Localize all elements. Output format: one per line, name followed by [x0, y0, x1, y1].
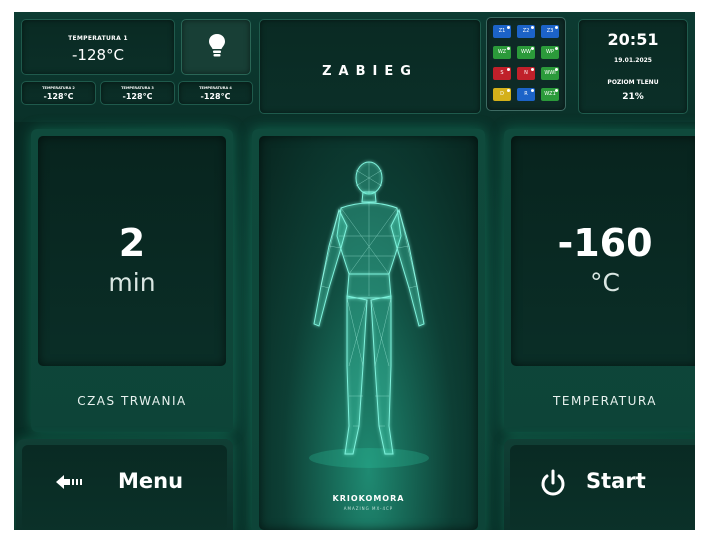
temperature-1-label: TEMPERATURA 1: [68, 35, 128, 42]
mode-title: ZABIEG: [322, 64, 418, 79]
zone-indicator-label: S: [500, 70, 504, 76]
zone-indicator-label: Z3: [546, 28, 554, 34]
zone-indicator: Z2: [517, 25, 535, 38]
temperature-display: -160 °C: [511, 136, 695, 366]
cryo-chamber-screen: TEMPERATURA 1 -128°C TEMPERATURA 2 -128°…: [14, 12, 695, 530]
back-arrow-icon: [56, 475, 82, 489]
duration-value: 2: [118, 221, 146, 265]
zone-indicator-label: WP: [546, 49, 554, 55]
clock-time: 20:51: [607, 30, 659, 49]
duration-display: 2 min: [38, 136, 226, 366]
zone-status-dot: [531, 89, 534, 92]
zone-indicator: Z3: [541, 25, 559, 38]
zone-indicator-label: WW: [521, 49, 531, 55]
zone-indicator: WZ1: [541, 88, 559, 101]
zone-grid: Z1 Z2 Z3 WZ WW WP S N WWI D R WZ1: [493, 25, 559, 101]
duration-panel[interactable]: 2 min CZAS TRWANIA: [31, 129, 233, 432]
temperature-3-value: -128°C: [122, 92, 153, 101]
zone-indicator-label: R: [524, 91, 528, 97]
zone-status-dot: [531, 68, 534, 71]
zone-status-dot: [555, 26, 558, 29]
start-button[interactable]: Start: [504, 439, 695, 530]
clock-date: 19.01.2025: [614, 57, 652, 64]
zone-status-dot: [555, 47, 558, 50]
zone-status-dot: [507, 68, 510, 71]
temperature-4-tile: TEMPERATURA 4 -128°C: [178, 81, 253, 105]
zone-indicator: WP: [541, 46, 559, 59]
zone-indicator: D: [493, 88, 511, 101]
clock-panel: 20:51 19.01.2025 POZIOM TLENU 21%: [578, 19, 688, 114]
zone-indicator: WWI: [541, 67, 559, 80]
zone-indicator: R: [517, 88, 535, 101]
menu-button-label: Menu: [118, 469, 184, 493]
temperature-value: -160: [557, 221, 653, 265]
zone-indicator: WZ: [493, 46, 511, 59]
power-icon: [541, 469, 565, 496]
duration-unit: min: [108, 268, 156, 297]
zone-indicator-label: Z2: [522, 28, 530, 34]
zone-status-dot: [507, 47, 510, 50]
temperature-3-tile: TEMPERATURA 3 -128°C: [100, 81, 175, 105]
temperature-2-label: TEMPERATURA 2: [42, 86, 75, 90]
brand-tagline: AMAZING MX-4CP: [343, 506, 394, 511]
light-toggle-button[interactable]: [181, 19, 251, 75]
top-bar: TEMPERATURA 1 -128°C TEMPERATURA 2 -128°…: [14, 12, 695, 122]
human-body-wireframe-icon: [309, 161, 429, 468]
zone-status-dot: [507, 26, 510, 29]
temperature-2-tile: TEMPERATURA 2 -128°C: [21, 81, 96, 105]
zone-status-dot: [507, 89, 510, 92]
zone-indicator: WW: [517, 46, 535, 59]
zone-indicator-label: N: [524, 70, 528, 76]
temperature-1-tile: TEMPERATURA 1 -128°C: [21, 19, 175, 75]
temperature-4-value: -128°C: [200, 92, 231, 101]
zone-status-dot: [555, 89, 558, 92]
temperature-panel[interactable]: -160 °C TEMPERATURA: [504, 129, 695, 432]
body-visual-display: KRIOKOMORA AMAZING MX-4CP: [259, 136, 478, 530]
zone-indicator: S: [493, 67, 511, 80]
mode-title-panel: ZABIEG: [259, 19, 481, 114]
body-visual-panel: KRIOKOMORA AMAZING MX-4CP: [252, 129, 485, 530]
temperature-4-label: TEMPERATURA 4: [199, 86, 232, 90]
zone-status-panel: Z1 Z2 Z3 WZ WW WP S N WWI D R WZ1: [486, 17, 566, 111]
duration-caption: CZAS TRWANIA: [77, 394, 187, 408]
oxygen-value: 21%: [622, 92, 644, 102]
zone-status-dot: [531, 47, 534, 50]
zone-status-dot: [531, 26, 534, 29]
menu-button[interactable]: Menu: [16, 439, 233, 530]
brand-logo: KRIOKOMORA: [332, 494, 405, 503]
zone-indicator: N: [517, 67, 535, 80]
temperature-unit: °C: [590, 268, 620, 297]
temperature-caption: TEMPERATURA: [553, 394, 657, 408]
oxygen-label: POZIOM TLENU: [607, 79, 659, 86]
lightbulb-icon: [209, 34, 225, 57]
zone-status-dot: [555, 68, 558, 71]
temperature-3-label: TEMPERATURA 3: [121, 86, 154, 90]
zone-indicator-label: WZ1: [544, 91, 556, 97]
zone-indicator-label: Z1: [498, 28, 506, 34]
zone-indicator: Z1: [493, 25, 511, 38]
zone-indicator-label: WZ: [497, 49, 507, 55]
zone-indicator-label: D: [500, 91, 504, 97]
start-button-label: Start: [586, 469, 646, 493]
temperature-1-value: -128°C: [71, 46, 125, 64]
zone-indicator-label: WWI: [544, 70, 556, 76]
temperature-2-value: -128°C: [43, 92, 74, 101]
